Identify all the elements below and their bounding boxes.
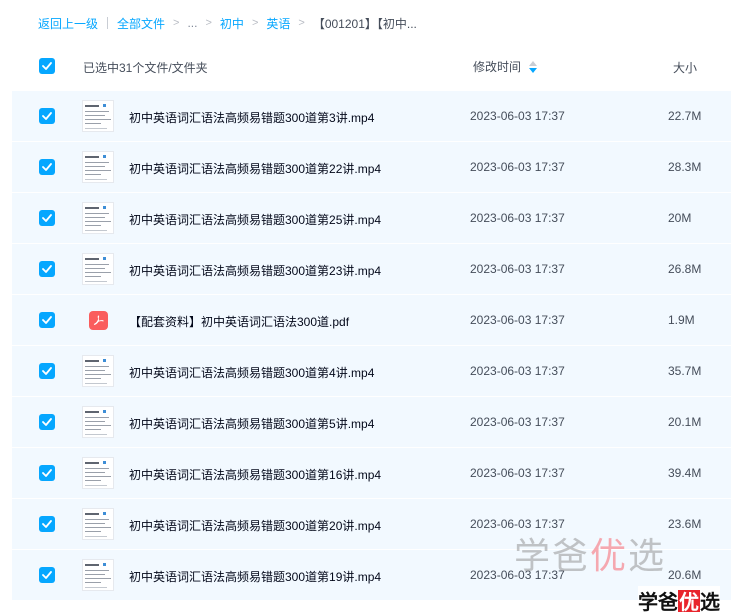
pdf-file-icon [89, 311, 108, 330]
row-checkbox[interactable] [39, 516, 55, 532]
checkmark-icon [42, 214, 52, 222]
file-list: 初中英语词汇语法高频易错题300道第3讲.mp4 2023-06-03 17:37… [12, 91, 731, 601]
file-modified-time: 2023-06-03 17:37 [470, 211, 565, 225]
video-thumbnail [82, 253, 114, 285]
file-modified-time: 2023-06-03 17:37 [470, 262, 565, 276]
file-name[interactable]: 初中英语词汇语法高频易错题300道第16讲.mp4 [129, 466, 381, 483]
video-thumbnail [82, 151, 114, 183]
breadcrumb-item-level2[interactable]: 英语 [266, 15, 290, 32]
checkmark-icon [42, 418, 52, 426]
video-thumbnail [82, 355, 114, 387]
video-thumbnail [82, 202, 114, 234]
file-row[interactable]: 初中英语词汇语法高频易错题300道第22讲.mp4 2023-06-03 17:3… [12, 142, 731, 193]
checkmark-icon [42, 469, 52, 477]
row-checkbox[interactable] [39, 363, 55, 379]
video-thumbnail [82, 406, 114, 438]
sort-icon[interactable] [529, 60, 538, 74]
checkmark-icon [42, 571, 52, 579]
chevron-right-icon: > [173, 17, 180, 29]
file-modified-time: 2023-06-03 17:37 [470, 364, 565, 378]
file-row[interactable]: 初中英语词汇语法高频易错题300道第3讲.mp4 2023-06-03 17:37… [12, 91, 731, 142]
row-checkbox[interactable] [39, 312, 55, 328]
breadcrumb-current: 【001201】【初中... [312, 16, 417, 31]
column-header-modified-label: 修改时间 [473, 60, 522, 74]
video-thumbnail [82, 508, 114, 540]
file-name[interactable]: 初中英语词汇语法高频易错题300道第19讲.mp4 [129, 568, 381, 585]
file-name[interactable]: 【配套资料】初中英语词汇语法300道.pdf [129, 313, 349, 330]
file-name[interactable]: 初中英语词汇语法高频易错题300道第22讲.mp4 [129, 160, 381, 177]
file-name[interactable]: 初中英语词汇语法高频易错题300道第20讲.mp4 [129, 517, 381, 534]
file-size: 1.9M [668, 313, 695, 327]
file-name[interactable]: 初中英语词汇语法高频易错题300道第4讲.mp4 [129, 364, 374, 381]
row-checkbox[interactable] [39, 261, 55, 277]
breadcrumb-ellipsis[interactable]: ... [187, 16, 197, 30]
file-name[interactable]: 初中英语词汇语法高频易错题300道第5讲.mp4 [129, 415, 374, 432]
file-name[interactable]: 初中英语词汇语法高频易错题300道第3讲.mp4 [129, 109, 374, 126]
selection-count-text: 已选中31个文件/文件夹 [83, 61, 208, 75]
row-checkbox[interactable] [39, 414, 55, 430]
checkmark-icon [42, 112, 52, 120]
checkmark-icon [42, 520, 52, 528]
file-modified-time: 2023-06-03 17:37 [470, 415, 565, 429]
file-size: 20.6M [668, 568, 702, 582]
checkmark-icon [42, 367, 52, 375]
file-size: 26.8M [668, 262, 702, 276]
select-all-checkbox[interactable] [39, 58, 55, 74]
file-row[interactable]: 【配套资料】初中英语词汇语法300道.pdf 2023-06-03 17:37 1.… [12, 295, 731, 346]
file-name[interactable]: 初中英语词汇语法高频易错题300道第23讲.mp4 [129, 262, 381, 279]
row-checkbox[interactable] [39, 108, 55, 124]
file-modified-time: 2023-06-03 17:37 [470, 109, 565, 123]
checkmark-icon [42, 316, 52, 324]
file-size: 20M [668, 211, 692, 225]
checkmark-icon [42, 62, 52, 70]
file-modified-time: 2023-06-03 17:37 [470, 466, 565, 480]
file-row[interactable]: 初中英语词汇语法高频易错题300道第4讲.mp4 2023-06-03 17:37… [12, 346, 731, 397]
file-row[interactable]: 初中英语词汇语法高频易错题300道第5讲.mp4 2023-06-03 17:37… [12, 397, 731, 448]
breadcrumb-divider [107, 17, 109, 29]
file-size: 39.4M [668, 466, 702, 480]
file-list-header: 已选中31个文件/文件夹 修改时间 大小 [12, 44, 731, 90]
file-size: 28.3M [668, 160, 702, 174]
chevron-right-icon: > [205, 17, 212, 29]
checkmark-icon [42, 163, 52, 171]
chevron-right-icon: > [251, 17, 259, 29]
file-name[interactable]: 初中英语词汇语法高频易错题300道第25讲.mp4 [129, 211, 381, 228]
column-header-size[interactable]: 大小 [673, 59, 697, 76]
file-size: 23.6M [668, 517, 702, 531]
breadcrumb-all-files[interactable]: 全部文件 [117, 15, 165, 32]
file-size: 20.1M [668, 415, 702, 429]
video-thumbnail [82, 559, 114, 591]
file-row[interactable]: 初中英语词汇语法高频易错题300道第23讲.mp4 2023-06-03 17:3… [12, 244, 731, 295]
watermark-large: 学爸优选 [514, 536, 667, 577]
file-size: 35.7M [668, 364, 702, 378]
breadcrumb: 返回上一级 全部文件 > ... > 初中 > 英语 > 【001201】【初中… [38, 15, 417, 31]
row-checkbox[interactable] [39, 567, 55, 583]
row-checkbox[interactable] [39, 159, 55, 175]
file-row[interactable]: 初中英语词汇语法高频易错题300道第16讲.mp4 2023-06-03 17:3… [12, 448, 731, 499]
file-modified-time: 2023-06-03 17:37 [470, 160, 565, 174]
file-size: 22.7M [668, 109, 702, 123]
watermark-small: 学爸优选 [638, 586, 720, 612]
file-row[interactable]: 初中英语词汇语法高频易错题300道第25讲.mp4 2023-06-03 17:3… [12, 193, 731, 244]
row-checkbox[interactable] [39, 210, 55, 226]
file-modified-time: 2023-06-03 17:37 [470, 313, 565, 327]
video-thumbnail [82, 457, 114, 489]
column-header-modified[interactable]: 修改时间 [473, 58, 538, 75]
back-link[interactable]: 返回上一级 [38, 15, 98, 32]
checkmark-icon [42, 265, 52, 273]
breadcrumb-item-level1[interactable]: 初中 [220, 15, 244, 32]
row-checkbox[interactable] [39, 465, 55, 481]
video-thumbnail [82, 100, 114, 132]
chevron-right-icon: > [298, 17, 305, 29]
